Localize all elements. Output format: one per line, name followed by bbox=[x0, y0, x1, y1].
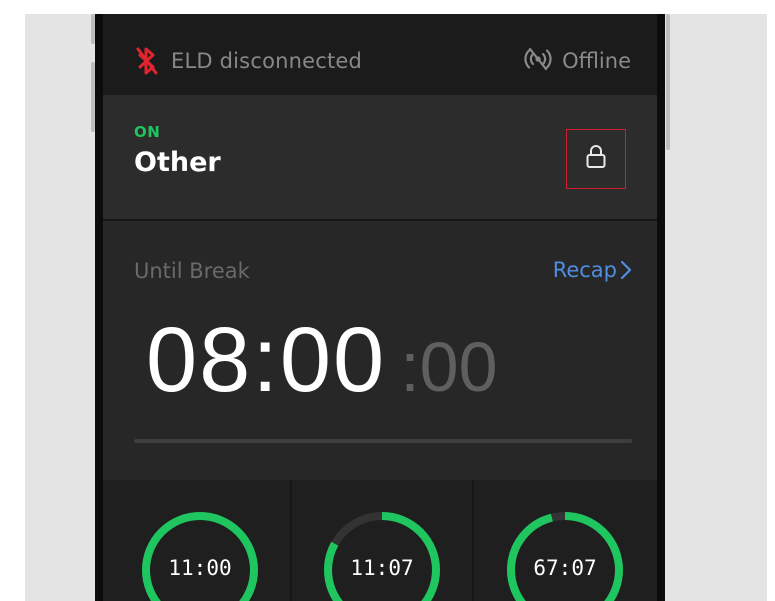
network-status-label: Offline bbox=[562, 49, 631, 73]
countdown-seconds: :00 bbox=[400, 328, 498, 406]
gauge-ring bbox=[324, 512, 440, 601]
recap-label: Recap bbox=[552, 258, 617, 282]
eld-status[interactable]: ELD disconnected bbox=[135, 46, 362, 76]
app-screen: ELD disconnected Offline ON Other Until … bbox=[103, 14, 657, 601]
lock-icon bbox=[585, 144, 607, 174]
gauge-value: 67:07 bbox=[533, 556, 597, 580]
network-status: Offline bbox=[524, 46, 631, 76]
gauge-value: 11:07 bbox=[350, 556, 414, 580]
lock-button[interactable] bbox=[566, 129, 626, 189]
bluetooth-disabled-icon bbox=[135, 46, 159, 76]
break-countdown: 08:00 :00 bbox=[146, 308, 498, 420]
phone-power-button bbox=[666, 14, 670, 150]
recap-link[interactable]: Recap bbox=[553, 258, 632, 282]
hours-gauge-row: 11:00 11:07 67:07 bbox=[103, 480, 657, 601]
cycle-gauge[interactable]: 67:07 bbox=[505, 480, 625, 601]
duty-status-name: Other bbox=[134, 147, 221, 178]
shift-gauge[interactable]: 11:07 bbox=[322, 480, 442, 601]
connection-status-bar: ELD disconnected Offline bbox=[103, 14, 657, 95]
chevron-right-icon bbox=[620, 260, 632, 280]
gauge-ring bbox=[142, 512, 258, 601]
until-break-label: Until Break bbox=[134, 259, 250, 283]
countdown-hours-minutes: 08:00 bbox=[146, 309, 387, 411]
eld-status-label: ELD disconnected bbox=[171, 49, 363, 73]
gauge-divider bbox=[290, 480, 292, 601]
drive-gauge[interactable]: 11:00 bbox=[140, 480, 260, 601]
broadcast-off-icon bbox=[524, 47, 552, 75]
duty-status-card[interactable]: ON Other bbox=[103, 95, 657, 221]
gauge-value: 11:00 bbox=[168, 556, 232, 580]
duty-state-label: ON bbox=[134, 123, 161, 141]
gauge-ring bbox=[507, 512, 623, 601]
gauge-divider bbox=[472, 480, 474, 601]
break-progress-track bbox=[134, 439, 632, 443]
